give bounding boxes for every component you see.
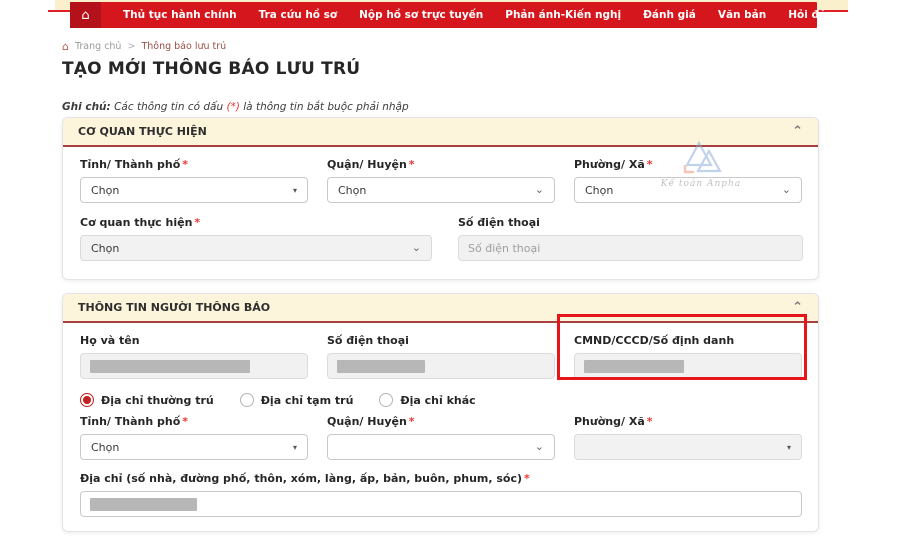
- person-phone-label: Số điện thoại: [327, 334, 555, 347]
- caret-down-icon: ▾: [293, 186, 297, 195]
- nav-item-nop-ho-so-truc-tuyen[interactable]: Nộp hồ sơ trực tuyến: [359, 9, 483, 21]
- radio-selected-icon: [80, 393, 94, 407]
- field-org-phone: Số điện thoại: [458, 216, 803, 261]
- person-name-input[interactable]: [80, 353, 308, 379]
- person-name-label: Họ và tên: [80, 334, 308, 347]
- org-district-select[interactable]: Chọn ⌄: [327, 177, 555, 203]
- person-address-input[interactable]: [80, 491, 802, 517]
- person-province-select[interactable]: Chọn ▾: [80, 434, 308, 460]
- org-phone-input[interactable]: [468, 242, 793, 255]
- field-org-agency: Cơ quan thực hiện* Chọn ⌄: [80, 216, 432, 261]
- page-title: TẠO MỚI THÔNG BÁO LƯU TRÚ: [62, 59, 360, 79]
- person-id-label: CMND/CCCD/Số định danh: [574, 334, 802, 347]
- nav-item-phan-anh-kien-nghi[interactable]: Phản ánh-Kiến nghị: [505, 9, 621, 21]
- person-district-label: Quận/ Huyện*: [327, 415, 555, 428]
- org-agency-label: Cơ quan thực hiện*: [80, 216, 432, 229]
- section-person: THÔNG TIN NGƯỜI THÔNG BÁO ⌃ Họ và tên Số…: [62, 293, 819, 532]
- field-org-province: Tỉnh/ Thành phố* Chọn ▾: [80, 158, 308, 203]
- note-label: Ghi chú:: [62, 101, 111, 113]
- field-org-ward: Phường/ Xã* Chọn ⌄: [574, 158, 802, 203]
- note-text-before: Các thông tin có dấu: [111, 101, 227, 113]
- breadcrumb-home-link[interactable]: Trang chủ: [75, 41, 121, 52]
- radio-dia-chi-khac[interactable]: Địa chỉ khác: [379, 393, 475, 407]
- nav-item-tra-cuu-ho-so[interactable]: Tra cứu hồ sơ: [259, 9, 338, 21]
- field-person-district: Quận/ Huyện* ⌄: [327, 415, 555, 460]
- field-org-district: Quận/ Huyện* Chọn ⌄: [327, 158, 555, 203]
- home-icon: ⌂: [81, 8, 89, 23]
- section-person-header[interactable]: THÔNG TIN NGƯỜI THÔNG BÁO ⌃: [63, 294, 818, 323]
- person-district-select[interactable]: ⌄: [327, 434, 555, 460]
- org-district-label: Quận/ Huyện*: [327, 158, 555, 171]
- field-person-province: Tỉnh/ Thành phố* Chọn ▾: [80, 415, 308, 460]
- redacted-value: [90, 360, 250, 373]
- field-person-address: Địa chỉ (số nhà, đường phố, thôn, xóm, l…: [80, 472, 801, 517]
- page: ⌂ Thủ tục hành chính Tra cứu hồ sơ Nộp h…: [0, 0, 900, 545]
- collapse-chevron-icon[interactable]: ⌃: [792, 301, 803, 314]
- breadcrumb-current: Thông báo lưu trú: [141, 41, 226, 52]
- field-person-name: Họ và tên: [80, 334, 308, 379]
- nav-item-danh-gia[interactable]: Đánh giá: [643, 9, 696, 21]
- main-navbar: ⌂ Thủ tục hành chính Tra cứu hồ sơ Nộp h…: [70, 2, 817, 28]
- nav-items: Thủ tục hành chính Tra cứu hồ sơ Nộp hồ …: [123, 9, 893, 21]
- radio-unselected-icon: [240, 393, 254, 407]
- radio-dia-chi-tam-tru[interactable]: Địa chỉ tạm trú: [240, 393, 354, 407]
- section-person-title: THÔNG TIN NGƯỜI THÔNG BÁO: [78, 301, 270, 314]
- org-phone-label: Số điện thoại: [458, 216, 803, 229]
- field-person-ward: Phường/ Xã* ▾: [574, 415, 802, 460]
- org-phone-input-wrap: [458, 235, 803, 261]
- breadcrumb-home-icon: ⌂: [62, 40, 69, 53]
- required-note: Ghi chú: Các thông tin có dấu (*) là thô…: [62, 101, 409, 113]
- field-person-id: CMND/CCCD/Số định danh: [574, 334, 802, 379]
- org-province-select[interactable]: Chọn ▾: [80, 177, 308, 203]
- caret-down-icon: ▾: [293, 443, 297, 452]
- breadcrumb: ⌂ Trang chủ > Thông báo lưu trú: [62, 40, 226, 53]
- person-address-label: Địa chỉ (số nhà, đường phố, thôn, xóm, l…: [80, 472, 801, 485]
- collapse-chevron-icon[interactable]: ⌃: [792, 125, 803, 138]
- person-ward-select[interactable]: ▾: [574, 434, 802, 460]
- person-id-input[interactable]: [574, 353, 802, 379]
- person-ward-label: Phường/ Xã*: [574, 415, 802, 428]
- field-person-phone: Số điện thoại: [327, 334, 555, 379]
- org-agency-select[interactable]: Chọn ⌄: [80, 235, 432, 261]
- section-person-body: Họ và tên Số điện thoại CMND/CCCD/Số địn…: [63, 323, 818, 517]
- nav-item-van-ban[interactable]: Văn bản: [718, 9, 766, 21]
- redacted-value: [337, 360, 425, 373]
- person-phone-input[interactable]: [327, 353, 555, 379]
- breadcrumb-separator: >: [127, 41, 135, 52]
- caret-down-icon: ▾: [787, 443, 791, 452]
- note-text-after: là thông tin bắt buộc phải nhập: [240, 101, 409, 113]
- section-agency: CƠ QUAN THỰC HIỆN ⌃ Tỉnh/ Thành phố* Chọ…: [62, 117, 819, 280]
- home-menu-button[interactable]: ⌂: [70, 2, 101, 28]
- section-agency-title: CƠ QUAN THỰC HIỆN: [78, 125, 207, 138]
- org-ward-label: Phường/ Xã*: [574, 158, 802, 171]
- radio-dia-chi-thuong-tru[interactable]: Địa chỉ thường trú: [80, 393, 214, 407]
- person-province-label: Tỉnh/ Thành phố*: [80, 415, 308, 428]
- address-type-radios: Địa chỉ thường trú Địa chỉ tạm trú Địa c…: [80, 391, 801, 409]
- org-province-label: Tỉnh/ Thành phố*: [80, 158, 308, 171]
- nav-item-thu-tuc-hanh-chinh[interactable]: Thủ tục hành chính: [123, 9, 237, 21]
- note-asterisk: (*): [226, 101, 239, 113]
- section-agency-header[interactable]: CƠ QUAN THỰC HIỆN ⌃: [63, 118, 818, 147]
- nav-item-hoi-dap[interactable]: Hỏi đáp: [788, 9, 833, 21]
- nav-item-ho-tro[interactable]: Hỗ trợ: [856, 9, 893, 21]
- org-ward-select[interactable]: Chọn ⌄: [574, 177, 802, 203]
- redacted-value: [90, 498, 197, 511]
- section-agency-body: Tỉnh/ Thành phố* Chọn ▾ Quận/ Huyện* Chọ…: [63, 147, 818, 261]
- redacted-value: [584, 360, 684, 373]
- radio-unselected-icon: [379, 393, 393, 407]
